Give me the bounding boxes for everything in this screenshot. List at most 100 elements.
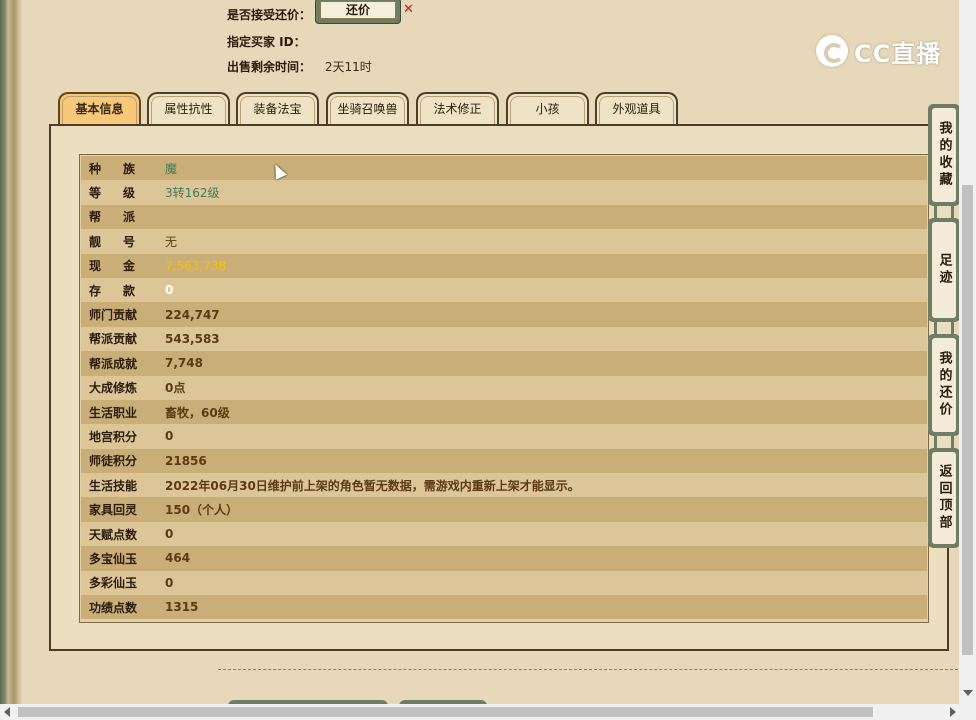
table-row: 大成修炼 0点 xyxy=(81,375,927,400)
tab-equipment[interactable]: 装备法宝 xyxy=(236,92,319,124)
row-value: 0 xyxy=(165,283,174,298)
table-row: 生活技能 2022年06月30日维护前上架的角色暂无数据，需游戏内重新上架才能显示… xyxy=(81,473,927,498)
row-value: 0 xyxy=(165,527,174,542)
page-left-border xyxy=(0,0,22,720)
tab-label: 坐骑召唤兽 xyxy=(337,102,398,116)
table-row: 现金 7,563,738 xyxy=(81,253,927,278)
table-row: 存款 0 xyxy=(81,277,927,303)
footprints-label: 足迹 xyxy=(932,222,956,318)
row-value: 1315 xyxy=(165,600,199,615)
row-label: 种族 xyxy=(89,161,158,176)
row-value: 0 xyxy=(165,575,174,590)
tab-label: 属性抗性 xyxy=(164,102,213,116)
table-row: 功绩点数 1315 xyxy=(81,595,927,620)
row-label: 现金 xyxy=(89,259,158,274)
remaining-time-label: 出售剩余时间： xyxy=(227,60,312,74)
tab-label: 装备法宝 xyxy=(253,102,302,116)
close-icon[interactable]: ✕ xyxy=(403,2,414,17)
tab-label: 小孩 xyxy=(535,102,560,116)
cc-live-logo: CC直播 xyxy=(816,32,941,70)
table-row: 师徒积分 21856 xyxy=(81,448,927,474)
tab-basic-info[interactable]: 基本信息 xyxy=(58,92,141,124)
table-row: 多彩仙玉 0 xyxy=(81,570,927,596)
row-value: 畜牧，60级 xyxy=(165,405,230,420)
scroll-down-arrow-icon[interactable] xyxy=(963,690,973,696)
row-value: 无 xyxy=(165,234,178,249)
remaining-time-row: 出售剩余时间： 2天11时 xyxy=(227,58,372,75)
row-value: 7,748 xyxy=(165,356,203,371)
buyer-id-label: 指定买家 ID： xyxy=(227,35,306,49)
table-row: 帮派贡献 543,583 xyxy=(81,326,927,352)
row-value: 464 xyxy=(165,551,191,566)
row-label: 多宝仙玉 xyxy=(89,551,138,566)
accept-counter-label: 是否接受还价： xyxy=(227,8,312,22)
row-label: 天赋点数 xyxy=(89,527,138,542)
cc-logo-text: CC直播 xyxy=(854,39,942,68)
footprints-button[interactable]: 足迹 xyxy=(928,218,960,322)
scroll-left-arrow-icon[interactable] xyxy=(4,707,10,717)
side-connector xyxy=(934,206,954,218)
row-label: 等级 xyxy=(89,186,158,201)
row-value: 224,747 xyxy=(165,307,220,322)
table-row: 家具回灵 150（个人） xyxy=(81,497,927,522)
tab-appearance-items[interactable]: 外观道具 xyxy=(595,92,678,124)
row-label: 帮派贡献 xyxy=(89,332,138,347)
my-favorites-button[interactable]: 我的收藏 xyxy=(928,104,960,206)
side-connector xyxy=(934,322,954,334)
my-counter-offers-label: 我的还价 xyxy=(932,338,956,432)
table-row: 帮派 xyxy=(81,204,927,230)
row-label: 大成修炼 xyxy=(89,381,138,396)
back-to-top-button[interactable]: 返回顶部 xyxy=(928,448,960,548)
row-label: 生活职业 xyxy=(89,405,138,420)
section-divider xyxy=(218,669,958,670)
row-value: 魔 xyxy=(165,161,178,176)
row-value: 0点 xyxy=(165,381,186,396)
row-label: 靓号 xyxy=(89,234,158,249)
row-label: 地宫积分 xyxy=(89,429,138,444)
cash-value: 7,563,738 xyxy=(165,258,227,273)
tab-mounts-summons[interactable]: 坐骑召唤兽 xyxy=(326,92,409,124)
scroll-right-arrow-icon[interactable] xyxy=(950,707,956,717)
row-label: 帮派成就 xyxy=(89,356,138,371)
row-value: 3转162级 xyxy=(165,186,220,201)
basic-info-panel: 种族魔 等级 3转162级 帮派 靓号无 现金 7,563,738 存款 0 师门贡献… xyxy=(49,124,949,651)
horizontal-scroll-thumb[interactable] xyxy=(18,707,873,717)
row-label: 多彩仙玉 xyxy=(89,576,138,591)
table-row: 靓号无 xyxy=(81,229,927,254)
row-value: 2022年06月30日维护前上架的角色暂无数据，需游戏内重新上架才能显示。 xyxy=(165,478,580,493)
vertical-scroll-thumb[interactable] xyxy=(962,185,973,655)
counter-offer-button-label: 还价 xyxy=(320,1,396,19)
tab-label: 基本信息 xyxy=(75,102,124,116)
table-row: 种族魔 xyxy=(81,156,927,181)
table-row: 帮派成就 7,748 xyxy=(81,351,927,376)
table-row: 师门贡献 224,747 xyxy=(81,302,927,327)
row-label: 生活技能 xyxy=(89,478,138,493)
row-value: 150（个人） xyxy=(165,503,239,518)
row-label: 帮派 xyxy=(89,210,158,225)
tab-attributes-resistance[interactable]: 属性抗性 xyxy=(147,92,230,124)
row-value: 21856 xyxy=(165,453,207,468)
counter-offer-button[interactable]: 还价 xyxy=(315,0,401,24)
row-value: 543,583 xyxy=(165,331,220,346)
basic-info-table: 种族魔 等级 3转162级 帮派 靓号无 现金 7,563,738 存款 0 师门贡献… xyxy=(79,154,929,623)
tab-children[interactable]: 小孩 xyxy=(506,92,589,124)
row-label: 师徒积分 xyxy=(89,454,138,469)
cc-logo-icon xyxy=(816,35,848,67)
my-counter-offers-button[interactable]: 我的还价 xyxy=(928,334,960,436)
row-label: 师门贡献 xyxy=(89,308,138,323)
row-label: 功绩点数 xyxy=(89,600,138,615)
back-to-top-label: 返回顶部 xyxy=(932,452,956,544)
row-label: 存款 xyxy=(89,283,158,298)
table-row: 多宝仙玉 464 xyxy=(81,546,927,571)
table-row: 等级 3转162级 xyxy=(81,180,927,205)
tab-label: 法术修正 xyxy=(433,102,482,116)
tab-label: 外观道具 xyxy=(612,102,661,116)
remaining-time-value: 2天11时 xyxy=(324,60,372,74)
table-row: 天赋点数 0 xyxy=(81,521,927,547)
vertical-scrollbar[interactable] xyxy=(959,0,976,704)
horizontal-scrollbar[interactable] xyxy=(0,704,976,720)
tab-spell-correction[interactable]: 法术修正 xyxy=(416,92,499,124)
table-row: 生活职业 畜牧，60级 xyxy=(81,399,927,425)
row-label: 家具回灵 xyxy=(89,503,138,518)
table-row: 地宫积分 0 xyxy=(81,424,927,449)
